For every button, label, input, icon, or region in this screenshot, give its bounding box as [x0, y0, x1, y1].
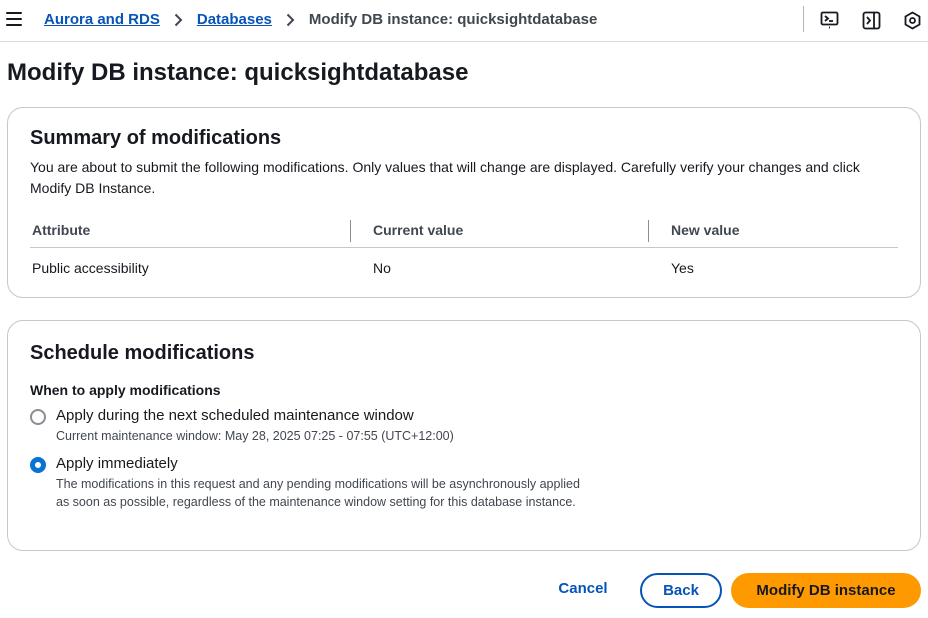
- top-navigation-bar: Aurora and RDS Databases Modify DB insta…: [0, 0, 928, 42]
- column-divider: [648, 220, 649, 242]
- chevron-right-icon: [286, 13, 295, 27]
- schedule-title: Schedule modifications: [30, 342, 255, 364]
- breadcrumb: Aurora and RDS Databases Modify DB insta…: [44, 11, 597, 28]
- column-divider: [350, 220, 351, 242]
- cell-attribute: Public accessibility: [32, 260, 149, 276]
- schedule-modifications-card: Schedule modifications When to apply mod…: [7, 320, 921, 551]
- cell-current-value: No: [373, 260, 391, 276]
- radio-label-maintenance-window[interactable]: Apply during the next scheduled maintena…: [56, 407, 414, 424]
- back-button[interactable]: Back: [640, 573, 722, 608]
- radio-button-maintenance-window[interactable]: [30, 409, 46, 425]
- table-row: Public accessibility No Yes: [30, 260, 898, 282]
- radio-description-maintenance-window: Current maintenance window: May 28, 2025…: [56, 429, 454, 443]
- column-header-current-value: Current value: [373, 222, 464, 238]
- menu-icon[interactable]: [6, 12, 22, 26]
- summary-of-modifications-card: Summary of modifications You are about t…: [7, 107, 921, 298]
- column-header-new-value: New value: [671, 222, 740, 238]
- chevron-right-icon: [174, 13, 183, 27]
- cell-new-value: Yes: [671, 260, 694, 276]
- settings-hex-icon[interactable]: [902, 10, 922, 30]
- breadcrumb-databases[interactable]: Databases: [197, 11, 272, 28]
- breadcrumb-aurora-and-rds[interactable]: Aurora and RDS: [44, 11, 160, 28]
- breadcrumb-current: Modify DB instance: quicksightdatabase: [308, 11, 598, 28]
- summary-description: You are about to submit the following mo…: [30, 159, 860, 196]
- summary-title: Summary of modifications: [30, 127, 282, 149]
- terminal-icon[interactable]: [819, 10, 839, 30]
- modify-db-instance-button[interactable]: Modify DB instance: [731, 573, 921, 608]
- toolbar-divider: [803, 6, 804, 32]
- radio-label-apply-immediately[interactable]: Apply immediately: [56, 455, 178, 472]
- column-header-attribute: Attribute: [32, 222, 91, 238]
- table-header: Attribute Current value New value: [30, 218, 898, 248]
- when-to-apply-label: When to apply modifications: [30, 382, 221, 398]
- page-title: Modify DB instance: quicksightdatabase: [7, 59, 469, 86]
- cancel-button[interactable]: Cancel: [547, 580, 619, 602]
- side-panel-icon[interactable]: [861, 10, 881, 30]
- radio-description-apply-immediately: The modifications in this request and an…: [56, 477, 580, 509]
- radio-button-apply-immediately[interactable]: [30, 457, 46, 473]
